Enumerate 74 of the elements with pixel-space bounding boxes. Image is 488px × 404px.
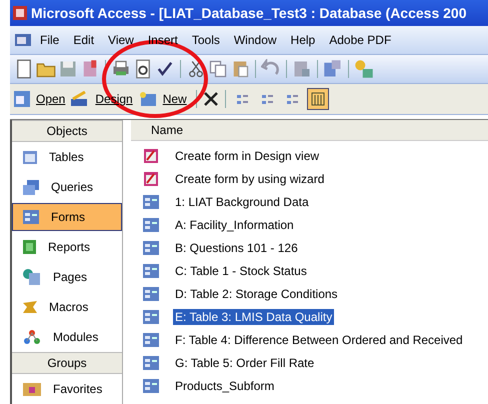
list-item[interactable]: D: Table 2: Storage Conditions [173, 286, 340, 302]
view-button[interactable] [306, 88, 329, 110]
list-item[interactable]: A: Facility_Information [173, 216, 296, 232]
page-icon [23, 269, 41, 285]
groups-header[interactable]: Groups [12, 352, 122, 374]
sidebar-item[interactable]: Forms [12, 203, 122, 231]
menu-item[interactable]: Edit [67, 33, 100, 47]
sidebar-label: Modules [53, 330, 98, 344]
toolbar-button[interactable]: Open [33, 92, 68, 106]
scissors-icon[interactable] [186, 59, 206, 79]
list-view-icon [286, 92, 300, 106]
menu-item[interactable]: File [34, 33, 66, 47]
copy-icon[interactable] [208, 59, 228, 79]
sidebar-label: Queries [51, 180, 94, 194]
sidebar-label: Pages [53, 270, 88, 284]
list-item[interactable]: G: Table 5: Order Fill Rate [173, 354, 316, 370]
macro-icon [23, 301, 37, 313]
sidebar-label: Forms [51, 210, 85, 224]
toolbar-button[interactable]: New [160, 92, 190, 106]
sidebar-label: Macros [49, 300, 88, 314]
list-item[interactable]: B: Questions 101 - 126 [173, 240, 300, 256]
list-item[interactable]: Create form in Design view [173, 148, 322, 164]
list-item[interactable]: E: Table 3: LMIS Data Quality [173, 308, 334, 324]
folder-icon [23, 382, 41, 396]
sidebar-item[interactable]: Queries [12, 173, 122, 201]
menu-item[interactable]: View [102, 33, 140, 47]
spell-check-icon[interactable] [155, 59, 175, 79]
new-form-icon [138, 91, 157, 107]
app-icon [13, 6, 27, 20]
window-control-icon[interactable] [14, 32, 32, 48]
sidebar-label: Tables [49, 150, 84, 164]
form-icon [143, 356, 159, 370]
form-icon [23, 210, 39, 224]
sidebar-label: Reports [48, 240, 90, 254]
form-icon [143, 194, 159, 208]
print-preview-icon[interactable] [133, 59, 153, 79]
sidebar-item[interactable]: Pages [12, 263, 122, 291]
details-view-icon [310, 92, 325, 106]
form-wizard-icon [143, 170, 159, 186]
sidebar-item[interactable]: Modules [12, 323, 122, 351]
report-icon [23, 240, 36, 254]
form-icon [143, 240, 159, 254]
objects-header[interactable]: Objects [12, 120, 122, 142]
open-form-icon [14, 91, 30, 107]
menu-item[interactable]: Window [228, 33, 283, 47]
menu-item[interactable]: Help [284, 33, 322, 47]
list-item[interactable]: Products_Subform [173, 378, 276, 394]
table-icon [23, 150, 37, 164]
list-item[interactable]: C: Table 1 - Stock Status [173, 262, 309, 278]
sidebar-item[interactable]: Favorites [12, 375, 122, 403]
module-icon [23, 329, 41, 345]
list-view-icon [236, 92, 250, 106]
new-document-icon[interactable] [14, 59, 34, 79]
menu-item[interactable]: Adobe PDF [323, 33, 398, 47]
sidebar-label: Favorites [53, 382, 102, 396]
column-header[interactable]: Name [131, 120, 488, 141]
form-icon [143, 332, 159, 346]
query-icon [23, 180, 39, 194]
form-icon [143, 310, 159, 324]
list-item[interactable]: Create form by using wizard [173, 170, 326, 186]
form-icon [143, 378, 159, 392]
sidebar-item[interactable]: Tables [12, 143, 122, 171]
menu-item[interactable]: Tools [186, 33, 226, 47]
delete-icon[interactable] [202, 91, 219, 107]
list-view-icon [260, 92, 275, 106]
window-title: Microsoft Access - [LIAT_Database_Test3 : Database (Access 200 [31, 5, 466, 21]
sidebar-item[interactable]: Reports [12, 233, 122, 261]
form-icon [143, 286, 159, 300]
form-icon [143, 264, 159, 278]
list-item[interactable]: 1: LIAT Background Data [173, 194, 311, 210]
form-wizard-icon [143, 148, 159, 164]
form-icon [143, 218, 159, 232]
list-item[interactable]: F: Table 4: Difference Between Ordered and Received [173, 332, 465, 348]
sidebar-item[interactable]: Macros [12, 293, 122, 321]
